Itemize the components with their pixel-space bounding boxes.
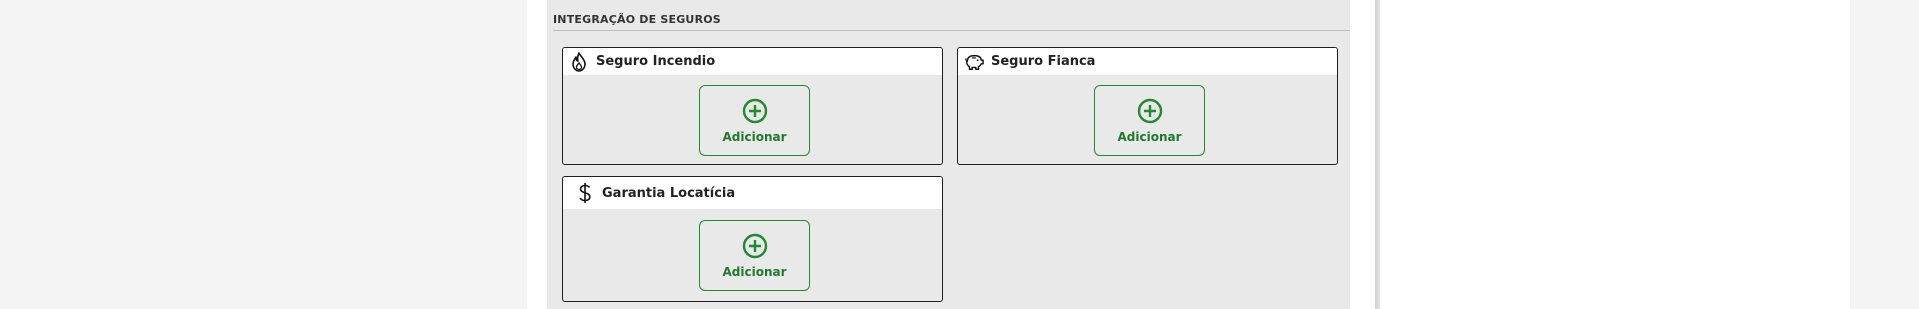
- add-button-label: Adicionar: [1117, 129, 1182, 144]
- card-title: Garantia Locatícia: [602, 185, 736, 201]
- card-seguro-incendio: Seguro Incendio Adicionar: [562, 47, 943, 165]
- plus-circle-icon: [742, 98, 767, 123]
- card-title: Seguro Incendio: [596, 54, 716, 69]
- add-button-label: Adicionar: [722, 129, 787, 144]
- section-divider: [553, 30, 1350, 31]
- plus-circle-icon: [742, 233, 767, 258]
- card-header: Garantia Locatícia: [563, 177, 942, 209]
- add-seguro-fianca-button[interactable]: Adicionar: [1094, 85, 1205, 156]
- flame-icon: [569, 51, 589, 72]
- add-button-label: Adicionar: [722, 264, 787, 279]
- dollar-icon: [575, 183, 595, 203]
- section-title: INTEGRAÇÃO DE SEGUROS: [553, 13, 721, 26]
- card-seguro-fianca: Seguro Fianca Adicionar: [957, 47, 1338, 165]
- plus-circle-icon: [1137, 98, 1162, 123]
- card-header: Seguro Fianca: [958, 48, 1337, 75]
- add-seguro-incendio-button[interactable]: Adicionar: [699, 85, 810, 156]
- panel-edge: [1375, 0, 1380, 309]
- card-garantia-locaticia: Garantia Locatícia Adicionar: [562, 176, 943, 302]
- card-header: Seguro Incendio: [563, 48, 942, 75]
- add-garantia-locaticia-button[interactable]: Adicionar: [699, 220, 810, 291]
- card-title: Seguro Fianca: [991, 54, 1096, 69]
- piggy-bank-icon: [964, 52, 984, 72]
